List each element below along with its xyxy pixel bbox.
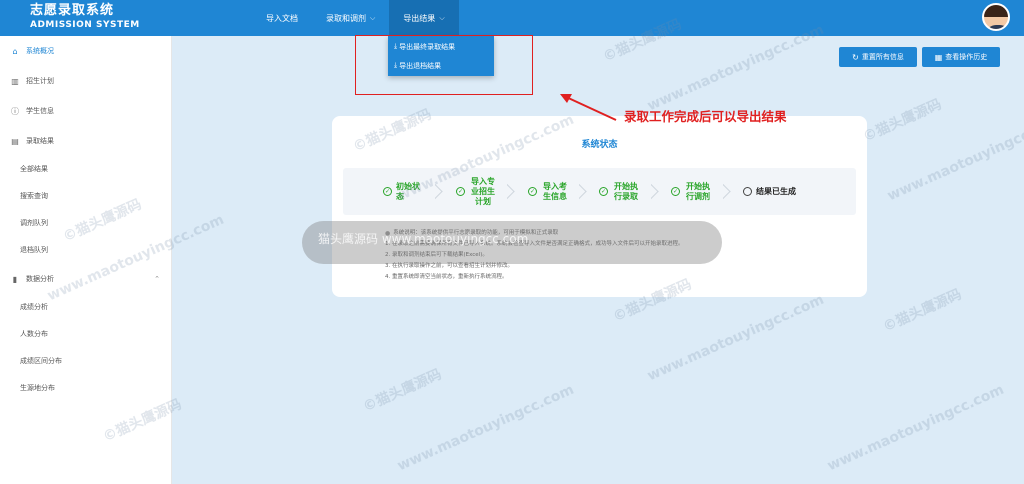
chevron-down-icon: ⌵ xyxy=(439,13,445,22)
step-separator xyxy=(723,182,737,202)
nav-admission-adjust[interactable]: 录取和调剂 ⌵ xyxy=(312,0,389,36)
nav-import-docs[interactable]: 导入文档 xyxy=(252,0,312,36)
step-result-generated: 结果已生成 xyxy=(743,168,796,215)
check-circle-icon: ✓ xyxy=(456,187,465,196)
step-import-students: ✓ 导入考生信息 xyxy=(528,168,569,215)
annotation-highlight-box xyxy=(355,35,533,95)
step-run-admission: ✓ 开始执行录取 xyxy=(599,168,640,215)
watermark: www.maotouyingcc.com xyxy=(645,291,827,385)
check-circle-icon: ✓ xyxy=(671,187,680,196)
sidebar-item-score-range[interactable]: 成绩区间分布 xyxy=(0,349,172,373)
watermark: ©猫头鹰源码 xyxy=(860,96,945,146)
step-import-plan: ✓ 导入专业招生计划 xyxy=(456,168,497,215)
step-label: 导入考生信息 xyxy=(543,181,567,201)
avatar-hair xyxy=(984,5,1008,17)
top-nav: 导入文档 录取和调剂 ⌵ 导出结果 ⌵ xyxy=(252,0,459,36)
sidebar-item-plan[interactable]: ▥ 招生计划 xyxy=(0,69,172,93)
sidebar-item-withdraw-queue[interactable]: 退档队列 xyxy=(0,238,172,262)
annotation-text: 录取工作完成后可以导出结果 xyxy=(624,109,787,124)
step-separator xyxy=(651,182,665,202)
step-initial: ✓ 初始状态 xyxy=(383,168,424,215)
document-icon: ▤ xyxy=(11,136,19,146)
sidebar-item-label: 调剂队列 xyxy=(20,219,48,227)
system-status-card: 系统状态 ✓ 初始状态 ✓ 导入专业招生计划 ✓ 导入考生信息 ✓ 开始执行录取… xyxy=(332,116,867,297)
sidebar-item-label: 人数分布 xyxy=(20,330,48,338)
sidebar-item-adjust-queue[interactable]: 调剂队列 xyxy=(0,211,172,235)
sidebar-item-results[interactable]: ▤ 录取结果 xyxy=(0,129,172,153)
sidebar-item-label: 生源地分布 xyxy=(20,384,55,392)
watermark: www.maotouyingcc.com xyxy=(395,381,577,475)
step-separator xyxy=(435,182,449,202)
sidebar-item-label: 数据分析 xyxy=(26,275,54,283)
sidebar-item-label: 招生计划 xyxy=(26,77,54,85)
sidebar-item-label: 系统概况 xyxy=(26,47,54,55)
app-title: 志愿录取系统 xyxy=(30,3,115,18)
button-label: 查看操作历史 xyxy=(945,53,988,61)
chart-icon: ▮ xyxy=(12,274,18,284)
sidebar-item-origin-dist[interactable]: 生源地分布 xyxy=(0,376,172,400)
info-icon: ⓘ xyxy=(11,106,19,116)
sidebar-item-count-dist[interactable]: 人数分布 xyxy=(0,322,172,346)
watermark: www.maotouyingcc.com xyxy=(825,381,1007,475)
chevron-down-icon: ⌵ xyxy=(370,13,376,22)
nav-label: 导出结果 xyxy=(403,13,436,23)
nav-label: 导入文档 xyxy=(266,13,298,23)
sidebar-item-label: 成绩分析 xyxy=(20,303,48,311)
reset-all-button[interactable]: ↻ 重置所有信息 xyxy=(839,47,917,67)
avatar-shirt xyxy=(986,25,1008,29)
sidebar: ⌂ 系统概况 ▥ 招生计划 ⓘ 学生信息 ▤ 录取结果 全部结果 搜索查询 调剂… xyxy=(0,36,172,484)
step-separator xyxy=(507,182,521,202)
watermark: ©猫头鹰源码 xyxy=(880,286,965,336)
sidebar-item-overview[interactable]: ⌂ 系统概况 xyxy=(0,39,172,63)
sidebar-item-label: 搜索查询 xyxy=(20,192,48,200)
watermark-banner-text: 猫头鹰源码 www.maotouyingcc.com xyxy=(318,232,529,246)
check-circle-icon: ✓ xyxy=(528,187,537,196)
refresh-icon: ↻ xyxy=(852,52,859,62)
app-logo[interactable]: 志愿录取系统 ADMISSION SYSTEM xyxy=(30,3,140,31)
watermark: www.maotouyingcc.com xyxy=(885,111,1024,205)
book-icon: ▥ xyxy=(11,76,19,86)
check-circle-icon: ✓ xyxy=(599,187,608,196)
note-line: 4. 重置系统即清空当前状态，重新执行系统流程。 xyxy=(385,274,508,280)
calendar-icon: ▦ xyxy=(934,52,943,62)
sidebar-item-score-analysis[interactable]: 成绩分析 xyxy=(0,295,172,319)
status-steps: ✓ 初始状态 ✓ 导入专业招生计划 ✓ 导入考生信息 ✓ 开始执行录取 ✓ 开始… xyxy=(343,168,856,215)
sidebar-item-search[interactable]: 搜索查询 xyxy=(0,184,172,208)
home-icon: ⌂ xyxy=(12,46,18,56)
watermark: ©猫头鹰源码 xyxy=(360,366,445,416)
annotation-arrow-icon xyxy=(560,94,617,121)
check-circle-icon: ✓ xyxy=(383,187,392,196)
sidebar-item-label: 退档队列 xyxy=(20,246,48,254)
pending-circle-icon xyxy=(743,187,752,196)
sidebar-item-label: 成绩区间分布 xyxy=(20,357,62,365)
card-title: 系统状态 xyxy=(581,140,618,150)
view-history-button[interactable]: ▦ 查看操作历史 xyxy=(922,47,1000,67)
step-label: 结果已生成 xyxy=(756,186,796,196)
top-bar: 志愿录取系统 ADMISSION SYSTEM 导入文档 录取和调剂 ⌵ 导出结… xyxy=(0,0,1024,36)
chevron-up-icon: ⌃ xyxy=(154,275,160,283)
nav-label: 录取和调剂 xyxy=(326,13,366,23)
step-run-adjust: ✓ 开始执行调剂 xyxy=(671,168,712,215)
sidebar-item-label: 全部结果 xyxy=(20,165,48,173)
sidebar-item-all-results[interactable]: 全部结果 xyxy=(0,157,172,181)
sidebar-item-students[interactable]: ⓘ 学生信息 xyxy=(0,99,172,123)
step-separator xyxy=(579,182,593,202)
button-label: 重置所有信息 xyxy=(861,53,904,61)
app-subtitle: ADMISSION SYSTEM xyxy=(30,20,140,30)
step-label: 导入专业招生计划 xyxy=(471,176,495,206)
user-avatar[interactable] xyxy=(982,3,1010,31)
step-label: 开始执行录取 xyxy=(614,181,638,201)
sidebar-item-label: 学生信息 xyxy=(26,107,54,115)
step-label: 开始执行调剂 xyxy=(686,181,710,201)
sidebar-item-label: 录取结果 xyxy=(26,137,54,145)
step-label: 初始状态 xyxy=(396,181,420,201)
nav-export-results[interactable]: 导出结果 ⌵ xyxy=(389,0,459,36)
sidebar-item-analysis[interactable]: ▮ 数据分析 ⌃ xyxy=(0,267,172,291)
